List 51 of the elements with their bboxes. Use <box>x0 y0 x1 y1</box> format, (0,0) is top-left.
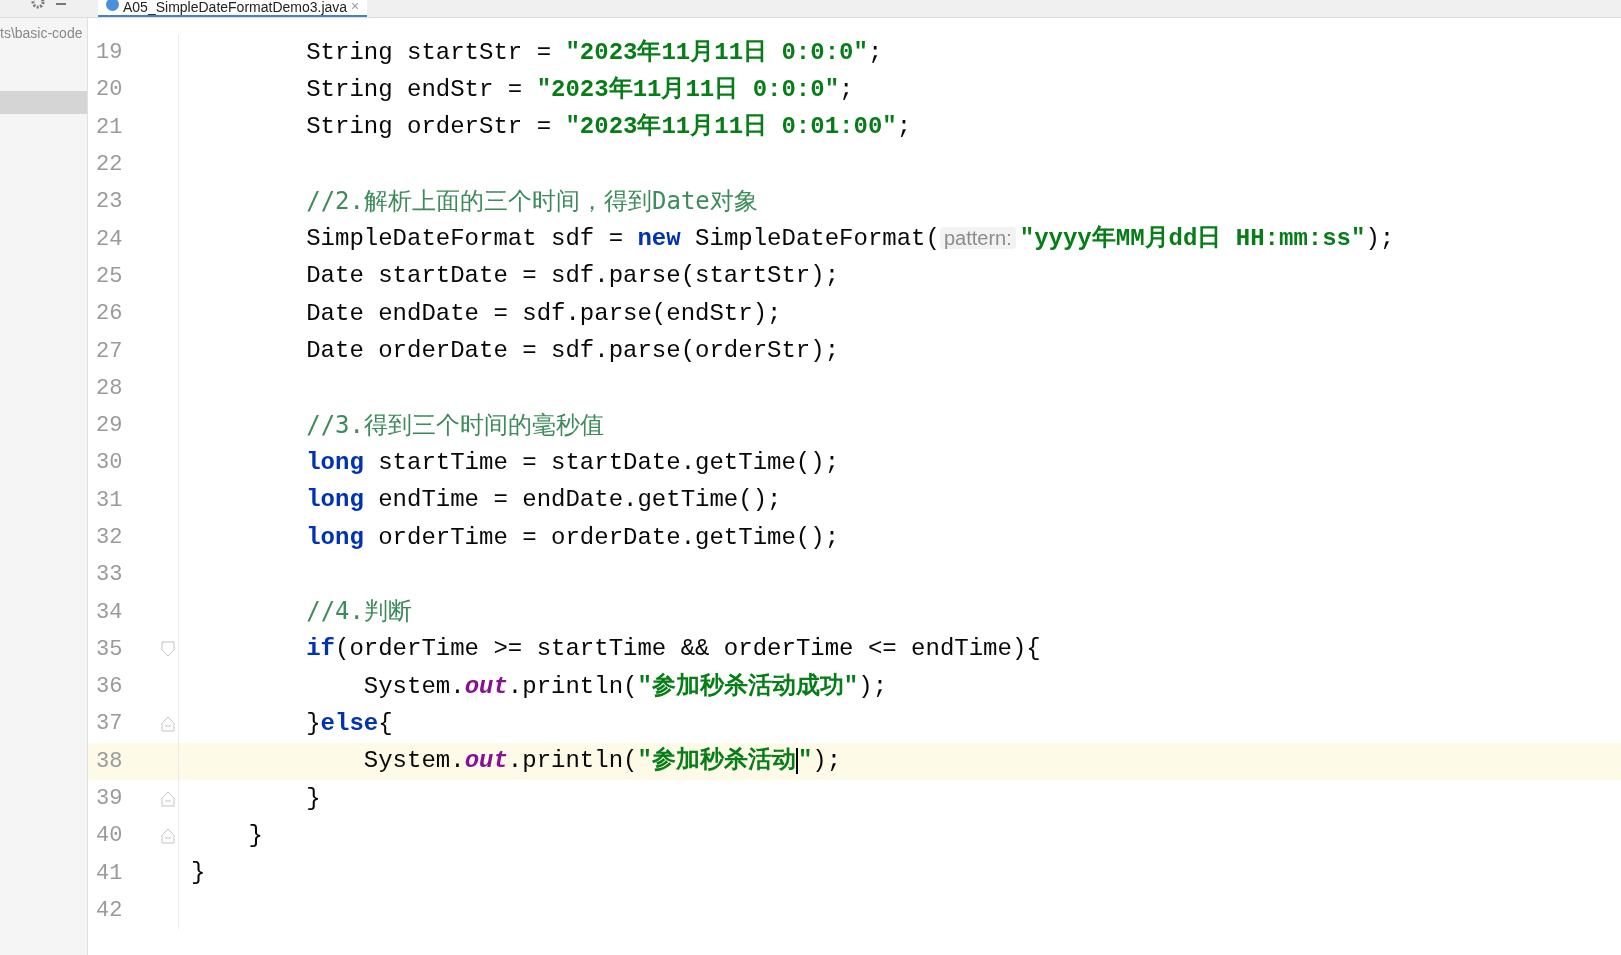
code-line: } <box>248 821 263 849</box>
code-line: Date startDate = sdf.parse(startStr); <box>306 262 840 290</box>
line-number: 26 <box>96 300 123 329</box>
line-number: 23 <box>96 188 123 217</box>
line-number: 24 <box>96 225 123 254</box>
line-number: 25 <box>96 262 123 291</box>
code-line: //2.解析上面的三个时间，得到Date对象 <box>306 188 758 216</box>
code-line: }else{ <box>306 710 393 737</box>
code-line: } <box>306 784 321 812</box>
code-line: long orderTime = orderDate.getTime(); <box>306 523 840 551</box>
line-number: 33 <box>96 561 123 590</box>
line-number: 20 <box>96 76 123 105</box>
line-number: 27 <box>96 337 123 366</box>
fold-icon[interactable] <box>161 641 175 658</box>
line-number: 38 <box>96 747 123 776</box>
code-line: Date endDate = sdf.parse(endStr); <box>306 299 782 327</box>
code-line: Date orderDate = sdf.parse(orderStr); <box>306 337 840 364</box>
line-number: 40 <box>96 822 123 851</box>
editor-tab[interactable]: A05_SimpleDateFormatDemo3.java × <box>98 0 368 17</box>
line-number: 35 <box>96 635 123 664</box>
code-line: //4.判断 <box>306 599 412 627</box>
line-number: 41 <box>96 859 123 888</box>
code-line: String startStr = "2023年11月11日 0:0:0"; <box>306 38 883 66</box>
line-number: 42 <box>96 896 123 925</box>
line-number: 21 <box>96 113 123 142</box>
line-number: 34 <box>96 598 123 627</box>
line-number: 32 <box>96 524 123 552</box>
code-line: String endStr = "2023年11月11日 0:0:0"; <box>306 75 854 103</box>
code-line: System.out.println("参加秒杀活动成功"); <box>363 672 888 700</box>
line-number: 31 <box>96 486 123 515</box>
line-number: 39 <box>96 785 123 814</box>
line-number: 28 <box>96 374 123 403</box>
line-number: 36 <box>96 673 123 702</box>
code-line: } <box>191 859 206 887</box>
fold-icon[interactable] <box>161 827 175 844</box>
code-line: if(orderTime >= startTime && orderTime <= endTime){ <box>306 635 1041 663</box>
line-number: 19 <box>96 39 123 68</box>
line-number: 30 <box>96 449 123 478</box>
code-line: //3.得到三个时间的毫秒值 <box>306 412 604 440</box>
class-icon <box>106 0 119 11</box>
fold-icon[interactable] <box>161 716 175 732</box>
code-line: SimpleDateFormat sdf = new SimpleDateFormat( pattern: "yyyy年MM月dd日 HH:mm:ss"); <box>306 225 1395 253</box>
code-line: long endTime = endDate.getTime(); <box>306 486 782 514</box>
code-line: System.out.println("参加秒杀活动"); <box>363 747 842 775</box>
tree-row[interactable] <box>0 91 87 114</box>
line-number: 29 <box>96 412 123 441</box>
line-number: 22 <box>96 151 123 180</box>
code-line: long startTime = startDate.getTime(); <box>306 448 840 476</box>
code-line: String orderStr = "2023年11月11日 0:01:00"; <box>306 113 912 141</box>
line-number: 37 <box>96 710 123 739</box>
fold-icon[interactable] <box>161 790 175 807</box>
